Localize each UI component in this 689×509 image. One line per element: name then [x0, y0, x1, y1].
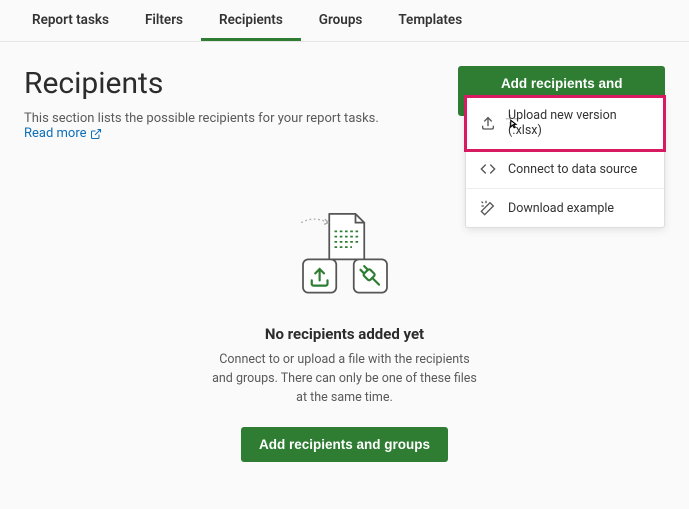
wand-icon [480, 200, 496, 216]
dropdown-connect[interactable]: Connect to data source [466, 150, 664, 189]
external-link-icon [90, 128, 102, 140]
tab-filters[interactable]: Filters [127, 0, 201, 41]
tabs: Report tasks Filters Recipients Groups T… [0, 0, 689, 42]
read-more-link[interactable]: Read more [24, 126, 102, 141]
dropdown-menu: Upload new version (.xlsx) Connect to da… [465, 96, 665, 228]
tab-groups[interactable]: Groups [301, 0, 381, 41]
empty-state: No recipients added yet Connect to or up… [24, 205, 665, 462]
empty-text: Connect to or upload a file with the rec… [205, 351, 485, 407]
dropdown-item-label: Upload new version (.xlsx) [508, 108, 650, 138]
page-description: This section lists the possible recipien… [24, 111, 458, 141]
cursor-icon [504, 112, 522, 130]
upload-icon [480, 115, 496, 131]
empty-illustration-icon [275, 205, 415, 305]
dropdown-item-label: Connect to data source [508, 162, 637, 177]
code-icon [480, 161, 496, 177]
dropdown-download[interactable]: Download example [466, 189, 664, 227]
dropdown-item-label: Download example [508, 201, 614, 216]
empty-title: No recipients added yet [24, 325, 665, 343]
tab-report-tasks[interactable]: Report tasks [14, 0, 127, 41]
tab-templates[interactable]: Templates [380, 0, 480, 41]
tab-recipients[interactable]: Recipients [201, 0, 301, 41]
add-recipients-button-empty[interactable]: Add recipients and groups [241, 427, 448, 462]
dropdown-upload[interactable]: Upload new version (.xlsx) [466, 97, 664, 150]
page-title: Recipients [24, 66, 458, 101]
